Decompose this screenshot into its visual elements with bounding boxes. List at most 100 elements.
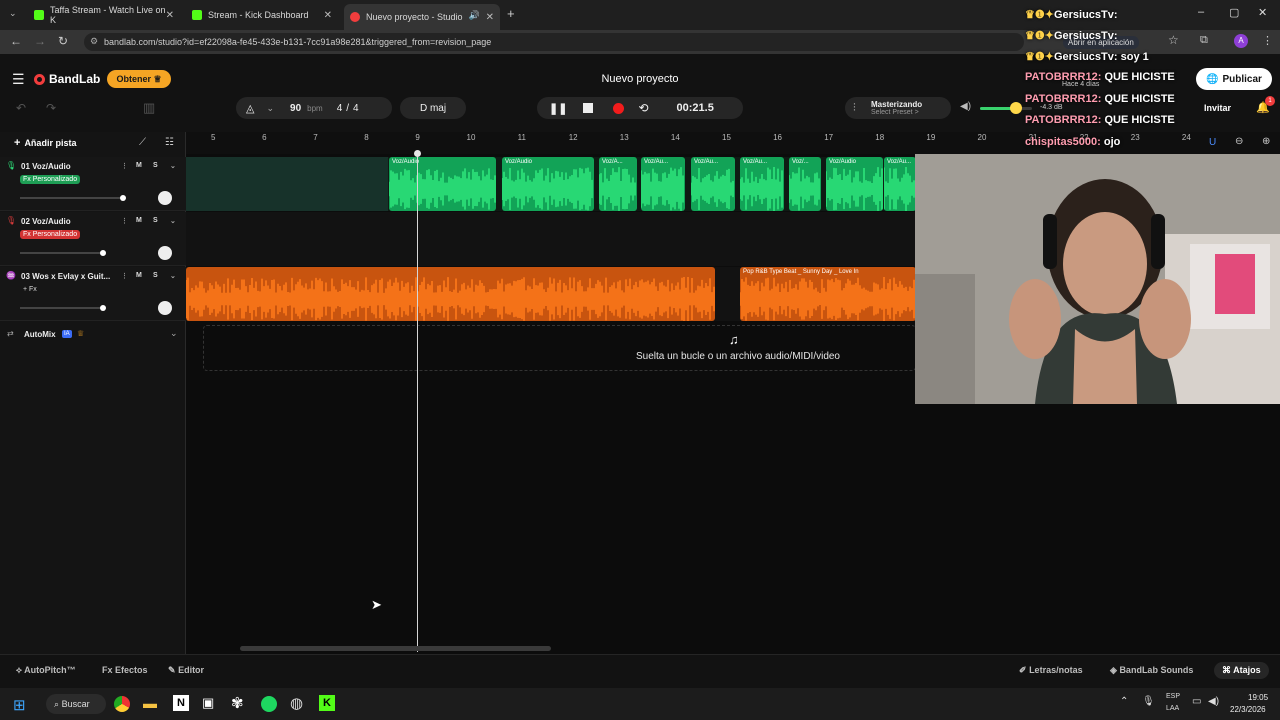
master-volume-slider[interactable] [980,102,1032,114]
audio-clip[interactable] [186,267,715,321]
capture-tool-icon[interactable]: ▣ [202,695,214,711]
time-signature-numerator[interactable]: 4 [337,103,343,114]
pan-knob[interactable] [158,191,172,205]
audio-clip[interactable]: Voz/Au... [740,157,784,211]
editor-button[interactable]: ✎ Editor [168,665,204,676]
maximize-window-icon[interactable]: ▢ [1229,6,1239,19]
browser-menu-icon[interactable]: ⋮ [1262,34,1273,47]
tab-kick-stream[interactable]: Taffa Stream - Watch Live on K ✕ [28,4,180,26]
chrome-icon[interactable] [114,696,130,712]
extensions-icon[interactable]: ⧉ [1200,34,1208,47]
piano-keyboard-icon[interactable]: ▥ [143,100,155,116]
mute-button[interactable]: M [136,272,142,279]
file-explorer-icon[interactable]: ▬ [143,695,157,711]
solo-button[interactable]: S [153,217,158,224]
track-lane-2[interactable] [186,212,916,266]
track-volume-slider[interactable] [20,305,106,311]
zoom-in-icon[interactable]: ⊕ [1262,136,1270,147]
audio-clip[interactable]: Voz/A... [599,157,637,211]
audio-clip[interactable]: Voz/Au... [884,157,916,211]
time-signature-denominator[interactable]: 4 [353,103,359,114]
mute-button[interactable]: M [136,162,142,169]
clock-date[interactable]: 22/3/2026 [1230,705,1266,714]
publish-button[interactable]: 🌐 Publicar [1196,68,1272,90]
track-settings-icon[interactable]: ☷ [165,137,174,148]
audio-clip[interactable]: Voz/Au... [691,157,735,211]
audio-clip[interactable]: Voz/Au... [641,157,685,211]
volume-handle[interactable] [1010,102,1022,114]
language-indicator-top[interactable]: ESP [1166,693,1180,700]
track-name[interactable]: 01 Voz/Audio [21,162,71,171]
slider-handle[interactable] [100,250,106,256]
invite-button[interactable]: Invitar [1204,103,1231,113]
obs-icon[interactable]: ◍ [290,694,303,712]
audio-clip[interactable]: Voz/Audio [389,157,496,211]
obtener-button[interactable]: Obtener ♕ [107,70,171,88]
back-icon[interactable]: ← [10,34,22,48]
expand-chevron-icon[interactable]: ⌄ [170,217,176,225]
expand-chevron-icon[interactable]: ⌄ [170,162,176,170]
audio-clip[interactable]: Voz/Audio [502,157,594,211]
audio-clip[interactable]: Voz/Audio [826,157,883,211]
autopitch-button[interactable]: ⟡ AutoPitch™ [16,665,76,676]
network-icon[interactable]: ▭ [1192,696,1201,707]
close-tab-icon[interactable]: ✕ [166,10,174,21]
expand-chevron-icon[interactable]: ⌄ [170,328,178,339]
playhead[interactable] [417,152,418,652]
minimize-window-icon[interactable]: – [1198,6,1204,18]
solo-button[interactable]: S [153,162,158,169]
close-tab-icon[interactable]: ✕ [324,10,332,21]
effects-button[interactable]: Fx Efectos [102,665,148,675]
track-options-icon[interactable]: ⋮ [121,162,128,170]
kick-icon[interactable]: K [319,695,335,711]
bandlab-sounds-button[interactable]: ◈ BandLab Sounds [1110,665,1193,676]
site-info-icon[interactable]: ⚙ [90,36,98,47]
add-fx-button[interactable]: + Fx [20,285,40,294]
redo-icon[interactable]: ↷ [46,101,56,115]
microphone-tray-icon[interactable]: 🎙 [1142,696,1155,707]
playhead-handle[interactable] [414,150,421,157]
tab-kick-dashboard[interactable]: Stream - Kick Dashboard ✕ [186,4,338,26]
track-name[interactable]: 03 Wos x Evlay x Guit... [21,272,110,281]
clock-time[interactable]: 19:05 [1248,693,1268,702]
audio-clip[interactable]: Pop R&B Type Beat _ Sunny Day _ Love In [740,267,916,321]
track-name[interactable]: 02 Voz/Audio [21,217,71,226]
fx-badge[interactable]: Fx Personalizado [20,230,81,239]
bandlab-logo[interactable]: BandLab [34,72,100,86]
fx-badge[interactable]: Fx Personalizado [20,175,81,184]
windows-start-icon[interactable]: ⊞ [13,696,26,714]
new-tab-icon[interactable]: + [507,6,515,21]
snap-magnet-icon[interactable]: U [1209,137,1216,148]
volume-speaker-icon[interactable]: ◀) [960,101,971,112]
forward-icon[interactable]: → [34,34,46,48]
pan-knob[interactable] [158,246,172,260]
tab-bandlab-studio[interactable]: Nuevo proyecto - Studio 🔊 ✕ [344,4,500,30]
volume-tray-icon[interactable]: ◀) [1208,696,1219,707]
drop-zone[interactable] [203,325,916,371]
track-lane-1[interactable]: Voz/Audio Voz/Audio Voz/A... Voz/Au... Voz/A… [186,157,916,211]
add-track-button[interactable]: + Añadir pista [14,137,76,149]
stop-icon[interactable] [583,103,594,113]
key-selector[interactable]: D maj [400,97,466,119]
record-icon[interactable] [613,102,625,114]
profile-avatar[interactable]: A [1234,34,1248,48]
pause-icon[interactable]: ❚❚ [549,102,567,115]
bpm-value[interactable]: 90 [290,103,301,114]
track-header-2[interactable]: 🎙 02 Voz/Audio Fx Personalizado ⋮ M S ⌄ [0,212,186,266]
tab-list-chevron-icon[interactable]: ⌄ [9,8,17,19]
undo-icon[interactable]: ↶ [16,101,26,115]
metronome-dropdown-chevron-icon[interactable]: ⌄ [266,103,274,114]
mute-button[interactable]: M [136,217,142,224]
url-field[interactable]: bandlab.com/studio?id=ef22098a-fe45-433e… [84,33,1024,51]
chatgpt-icon[interactable]: ✾ [231,694,244,712]
zoom-out-icon[interactable]: ⊖ [1235,136,1243,147]
automix-row[interactable]: ⇄ AutoMix IA ♕ ⌄ [0,325,186,345]
mastering-button[interactable]: ⫶ Masterizando Select Preset > [845,97,951,119]
track-options-icon[interactable]: ⋮ [121,217,128,225]
track-lane-3[interactable]: Pop R&B Type Beat _ Sunny Day _ Love In [186,267,916,321]
audio-clip[interactable]: Voz/... [789,157,821,211]
expand-chevron-icon[interactable]: ⌄ [170,272,176,280]
hamburger-menu-icon[interactable]: ☰ [12,71,25,88]
bookmark-star-icon[interactable]: ☆ [1168,33,1179,47]
slider-handle[interactable] [120,195,126,201]
